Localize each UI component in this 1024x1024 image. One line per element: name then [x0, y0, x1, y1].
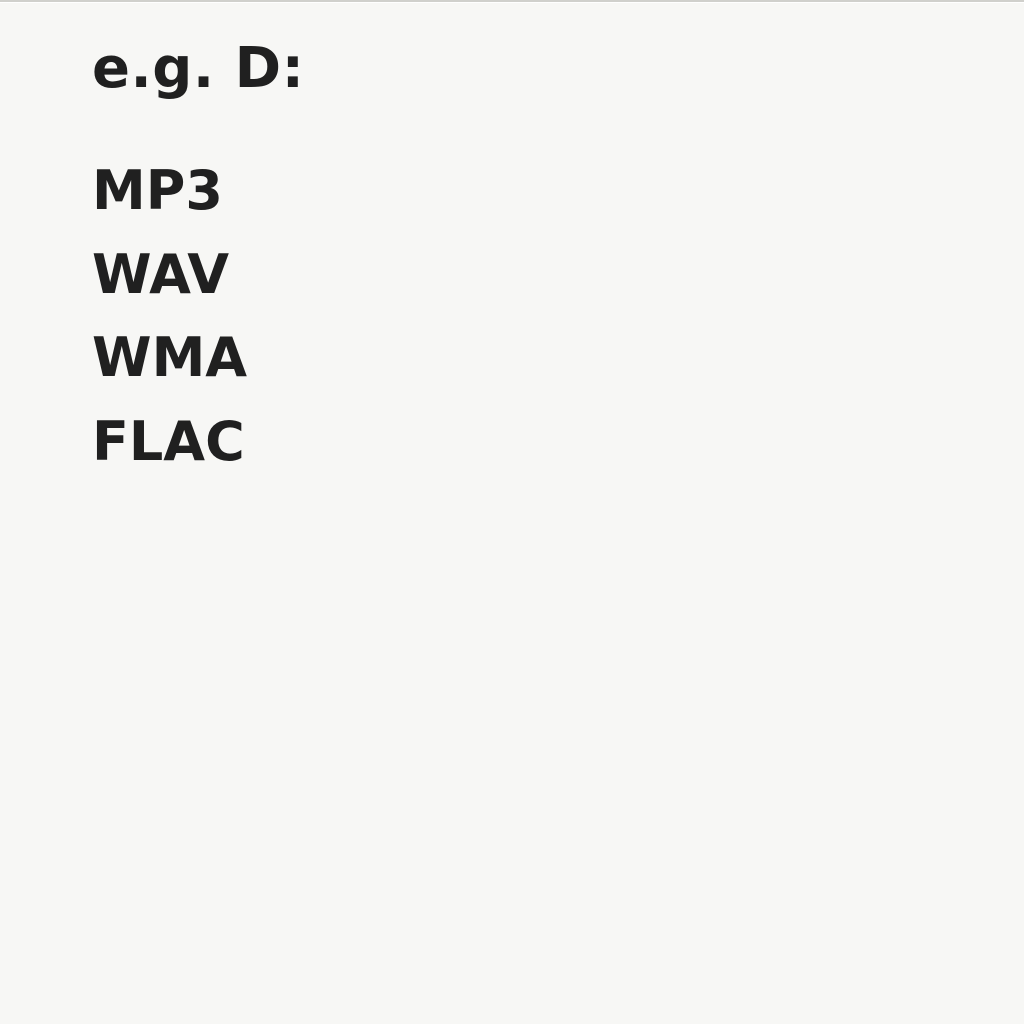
format-option-wma[interactable]: WMA — [92, 316, 305, 400]
top-divider — [0, 0, 1024, 3]
format-option-wav[interactable]: WAV — [92, 233, 305, 317]
format-option-flac[interactable]: FLAC — [92, 400, 305, 484]
audio-format-list: MP3 WAV WMA FLAC — [92, 149, 305, 484]
drive-placeholder-label: e.g. D: — [92, 36, 305, 101]
format-option-mp3[interactable]: MP3 — [92, 149, 305, 233]
format-selection-panel: e.g. D: MP3 WAV WMA FLAC — [92, 36, 305, 484]
